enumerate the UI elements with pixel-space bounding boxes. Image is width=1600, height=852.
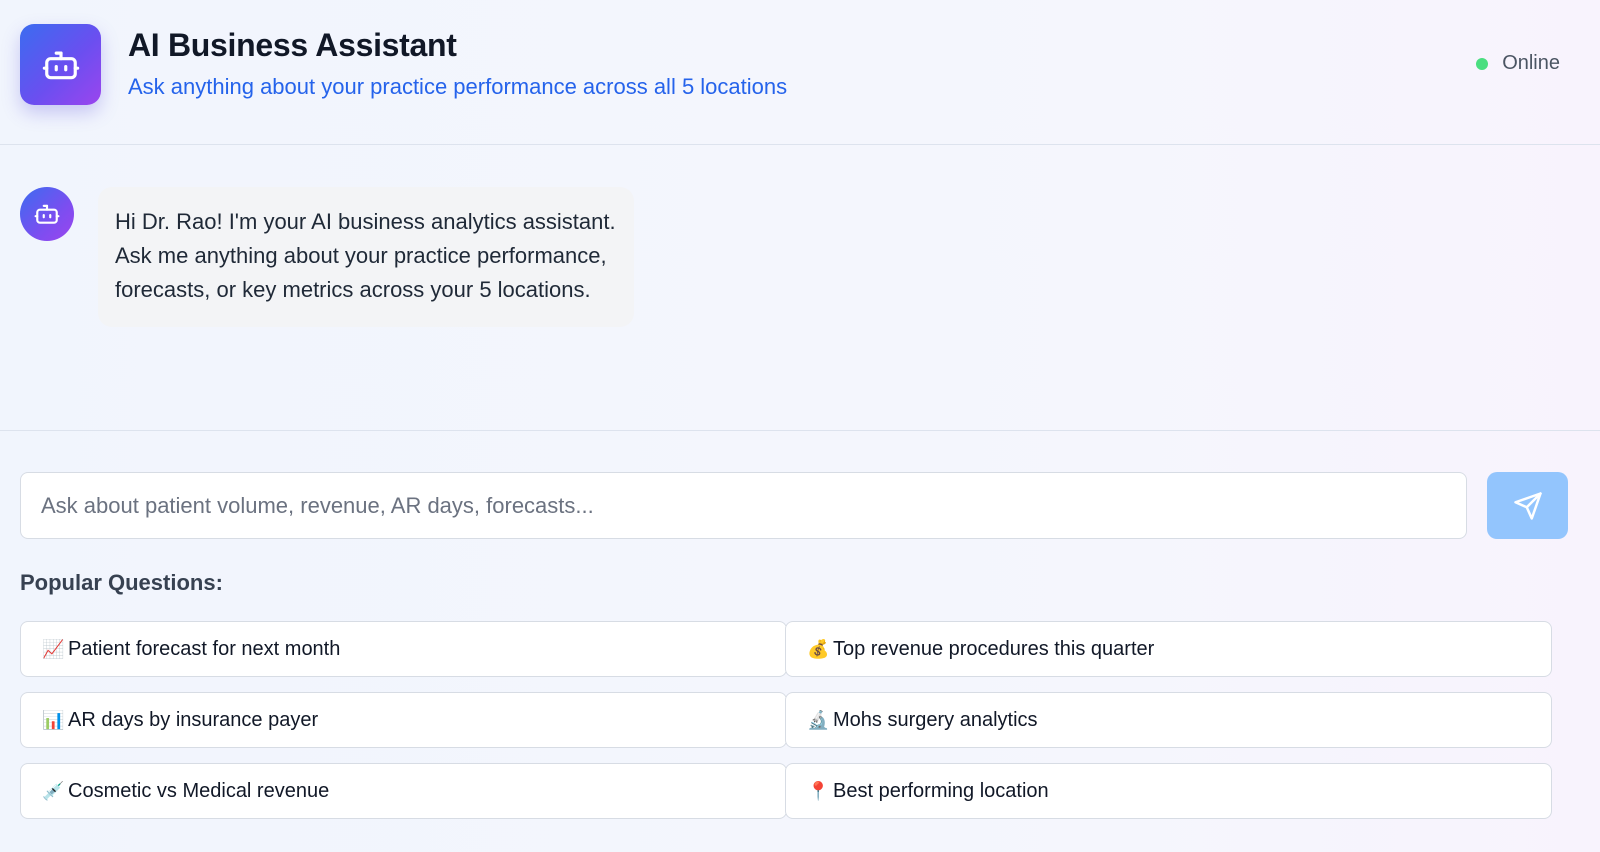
question-label: AR days by insurance payer bbox=[68, 708, 319, 731]
question-label: Top revenue procedures this quarter bbox=[833, 637, 1155, 660]
syringe-icon: 💉 bbox=[42, 780, 65, 801]
status-indicator: Online bbox=[1476, 52, 1560, 75]
microscope-icon: 🔬 bbox=[807, 709, 830, 730]
pin-icon: 📍 bbox=[807, 780, 830, 801]
question-cosmetic-vs-medical[interactable]: 💉 Cosmetic vs Medical revenue bbox=[20, 763, 787, 819]
send-button[interactable] bbox=[1487, 472, 1568, 539]
chart-increasing-icon: 📈 bbox=[42, 638, 65, 659]
page-subtitle: Ask anything about your practice perform… bbox=[128, 74, 788, 99]
robot-logo-icon bbox=[20, 24, 101, 105]
status-text: Online bbox=[1502, 52, 1560, 74]
bot-message-bubble: Hi Dr. Rao! I'm your AI business analyti… bbox=[98, 187, 634, 327]
question-best-location[interactable]: 📍 Best performing location bbox=[785, 763, 1552, 819]
question-top-revenue[interactable]: 💰 Top revenue procedures this quarter bbox=[785, 621, 1552, 677]
chat-area: Hi Dr. Rao! I'm your AI business analyti… bbox=[0, 145, 1600, 431]
chat-input-row bbox=[20, 472, 1580, 540]
question-ar-days[interactable]: 📊 AR days by insurance payer bbox=[20, 692, 787, 748]
page-title: AI Business Assistant bbox=[128, 27, 457, 63]
question-label: Patient forecast for next month bbox=[68, 637, 341, 660]
status-dot-icon bbox=[1476, 57, 1489, 70]
question-label: Best performing location bbox=[833, 779, 1049, 802]
question-mohs-surgery[interactable]: 🔬 Mohs surgery analytics bbox=[785, 692, 1552, 748]
money-bag-icon: 💰 bbox=[807, 638, 830, 659]
popular-questions-heading: Popular Questions: bbox=[20, 570, 223, 595]
send-icon bbox=[1513, 491, 1542, 520]
chat-input[interactable] bbox=[20, 472, 1467, 539]
question-label: Mohs surgery analytics bbox=[833, 708, 1038, 731]
app-header: AI Business Assistant Ask anything about… bbox=[0, 0, 1600, 145]
bot-avatar-icon bbox=[20, 187, 74, 241]
bar-chart-icon: 📊 bbox=[42, 709, 65, 730]
question-label: Cosmetic vs Medical revenue bbox=[68, 779, 330, 802]
question-patient-forecast[interactable]: 📈 Patient forecast for next month bbox=[20, 621, 787, 677]
